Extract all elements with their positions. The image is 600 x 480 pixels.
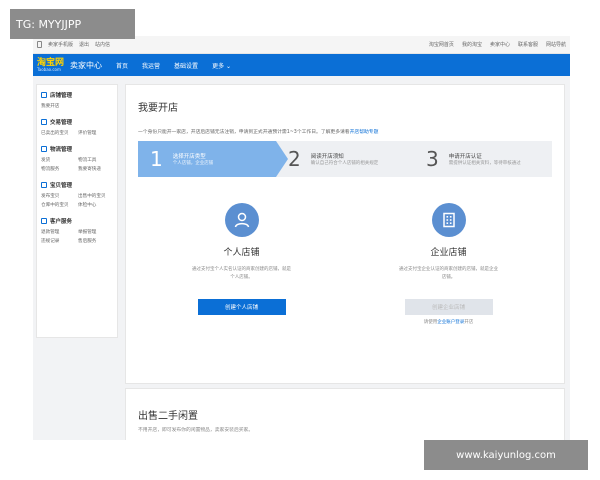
sidebar-item-reports[interactable]: 举报管理 [78, 229, 113, 235]
chevron-down-icon: ⌄ [226, 62, 232, 70]
logout-link[interactable]: 退出 [79, 41, 89, 48]
mobile-link[interactable]: 卖家手机版 [48, 41, 73, 48]
enterprise-login-link[interactable]: 企业账户登录 [437, 320, 464, 325]
taobao-home-link[interactable]: 淘宝网首页 [429, 41, 454, 48]
step-number: 2 [288, 147, 301, 171]
site-nav-link[interactable]: 网站导航 [546, 41, 566, 48]
sidebar-item-logistics-tools[interactable]: 物流工具 [78, 157, 113, 163]
help-link[interactable]: 开店帮助专题 [350, 130, 379, 135]
taobao-logo[interactable]: 淘宝网 Taobao.com [37, 58, 64, 72]
step-title: 阅读开店须知 [310, 154, 344, 160]
sidebar-section: 交易管理 已卖出的宝贝 评价管理 [41, 118, 113, 136]
sidebar-section-title: 物流管理 [50, 147, 73, 153]
sidebar-section-title: 客户服务 [50, 219, 73, 225]
sidebar-item-on-sale[interactable]: 出售中的宝贝 [78, 193, 113, 199]
notice-text: 一个身份只能开一家店，开店后店铺无法注销，申请到正式开通预计需1~3个工作日。了… [138, 128, 552, 135]
screenshot-frame: 卖家手机版 退出 站内信 淘宝网首页 我的淘宝 卖家中心 联系客服 网站导航 淘… [33, 36, 570, 440]
step-3: 3 申请开店认证 需提供认证相关资料，等待审核通过 [414, 141, 552, 177]
hint-suffix: 开店 [464, 320, 474, 326]
seller-center-link[interactable]: 卖家中心 [490, 41, 510, 48]
nav-operations[interactable]: 我运营 [142, 61, 160, 70]
page-title: 我要开店 [138, 103, 178, 114]
enterprise-login-hint: 请使用企业账户登录开店 [424, 319, 474, 325]
sidebar-section: 店铺管理 我要开店 [41, 91, 113, 109]
step-number: 3 [426, 147, 439, 171]
sidebar-item-express[interactable]: 我要寄快递 [78, 166, 113, 172]
option-title: 个人店铺 [223, 248, 260, 258]
secondhand-desc: 不用开店，即可发布你的闲置物品，卖家安装后买家。 [138, 428, 254, 433]
building-icon [431, 203, 466, 237]
shop-type-options: 个人店铺 通过支付宝个人实名认证的商家创建的店铺，就是个人店铺。 创建个人店铺 … [138, 203, 552, 325]
step-title: 申请开店认证 [448, 154, 482, 160]
trade-icon [41, 119, 47, 125]
hint-prefix: 请使用 [423, 320, 438, 326]
step-desc: 个人店铺，企业店铺 [172, 161, 214, 166]
create-personal-shop-button[interactable]: 创建个人店铺 [197, 299, 286, 316]
steps-bar: 1 选择开店类型 个人店铺，企业店铺 2 阅读开店须知 确认自己符合个人店铺的相… [138, 141, 552, 177]
phone-icon [37, 41, 42, 48]
watermark-bottom-right: www.kaiyunlog.com [424, 440, 588, 470]
customer-service-link[interactable]: 联系客服 [518, 41, 538, 48]
box-icon [41, 182, 47, 188]
shop-icon [41, 92, 47, 98]
step-number: 1 [150, 147, 163, 171]
nav-settings[interactable]: 基础设置 [174, 61, 198, 70]
step-1: 1 选择开店类型 个人店铺，企业店铺 [138, 141, 288, 177]
personal-shop-option: 个人店铺 通过支付宝个人实名认证的商家创建的店铺，就是个人店铺。 创建个人店铺 [167, 203, 317, 325]
sidebar-section-title: 宝贝管理 [50, 183, 73, 189]
sidebar-item-reviews[interactable]: 评价管理 [78, 130, 113, 136]
sidebar-item-open-shop[interactable]: 我要开店 [41, 103, 76, 109]
option-title: 企业店铺 [430, 248, 467, 258]
sidebar-item-after-sales[interactable]: 售后服务 [78, 238, 113, 244]
truck-icon [41, 146, 47, 152]
header-nav: 首页 我运营 基础设置 更多 ⌄ [116, 61, 231, 70]
step-2: 2 阅读开店须知 确认自己符合个人店铺的相关规定 [276, 141, 414, 177]
notice-prefix: 一个身份只能开一家店，开店后店铺无法注销，申请到正式开通预计需1~3个工作日。了… [138, 130, 350, 135]
nav-more-label: 更多 [212, 62, 225, 70]
sidebar-section: 宝贝管理 发布宝贝 出售中的宝贝 仓库中的宝贝 体检中心 [41, 181, 113, 208]
headset-icon [41, 218, 47, 224]
sidebar-section-title: 交易管理 [50, 120, 73, 126]
messages-link[interactable]: 站内信 [95, 41, 110, 48]
nav-more[interactable]: 更多 ⌄ [212, 61, 231, 70]
sidebar-section: 客户服务 退款管理 举报管理 违规记录 售后服务 [41, 217, 113, 244]
option-desc: 通过支付宝个人实名认证的商家创建的店铺，就是个人店铺。 [192, 267, 291, 280]
person-icon [224, 203, 259, 237]
nav-home[interactable]: 首页 [116, 61, 128, 70]
open-shop-panel: 我要开店 一个身份只能开一家店，开店后店铺无法注销，申请到正式开通预计需1~3个… [125, 84, 565, 384]
sidebar-item-logistics-service[interactable]: 物流服务 [41, 166, 76, 172]
sidebar-section-title: 店铺管理 [50, 93, 73, 99]
option-desc: 通过支付宝企业认证的商家创建的店铺，就是企业店铺。 [399, 267, 498, 280]
main-header: 淘宝网 Taobao.com 卖家中心 首页 我运营 基础设置 更多 ⌄ [33, 54, 570, 76]
step-title: 选择开店类型 [172, 154, 206, 160]
header-title: 卖家中心 [70, 60, 103, 70]
logo-subtext: Taobao.com [37, 66, 61, 72]
step-desc: 需提供认证相关资料，等待审核通过 [448, 161, 521, 166]
sidebar-item-checkup[interactable]: 体检中心 [78, 202, 113, 208]
sidebar-item-publish[interactable]: 发布宝贝 [41, 193, 76, 199]
create-enterprise-shop-button[interactable]: 创建企业店铺 [404, 299, 493, 316]
sidebar-item-violations[interactable]: 违规记录 [41, 238, 76, 244]
sidebar-item-ship[interactable]: 发货 [41, 157, 76, 163]
secondhand-panel: 出售二手闲置 不用开店，即可发布你的闲置物品，卖家安装后买家。 [125, 388, 565, 440]
sidebar-section: 物流管理 发货 物流工具 物流服务 我要寄快递 [41, 145, 113, 172]
secondhand-title: 出售二手闲置 [138, 411, 198, 422]
enterprise-shop-option: 企业店铺 通过支付宝企业认证的商家创建的店铺，就是企业店铺。 创建企业店铺 请使… [374, 203, 524, 325]
my-taobao-link[interactable]: 我的淘宝 [462, 41, 482, 48]
sidebar-item-warehouse[interactable]: 仓库中的宝贝 [41, 202, 76, 208]
sidebar: 店铺管理 我要开店 交易管理 已卖出的宝贝 评价管理 物流管理 发货 物流工具 … [36, 84, 118, 338]
watermark-top-left: TG: MYYJJPP [10, 9, 135, 39]
sidebar-item-refunds[interactable]: 退款管理 [41, 229, 76, 235]
sidebar-item-sold[interactable]: 已卖出的宝贝 [41, 130, 76, 136]
step-desc: 确认自己符合个人店铺的相关规定 [310, 161, 379, 166]
